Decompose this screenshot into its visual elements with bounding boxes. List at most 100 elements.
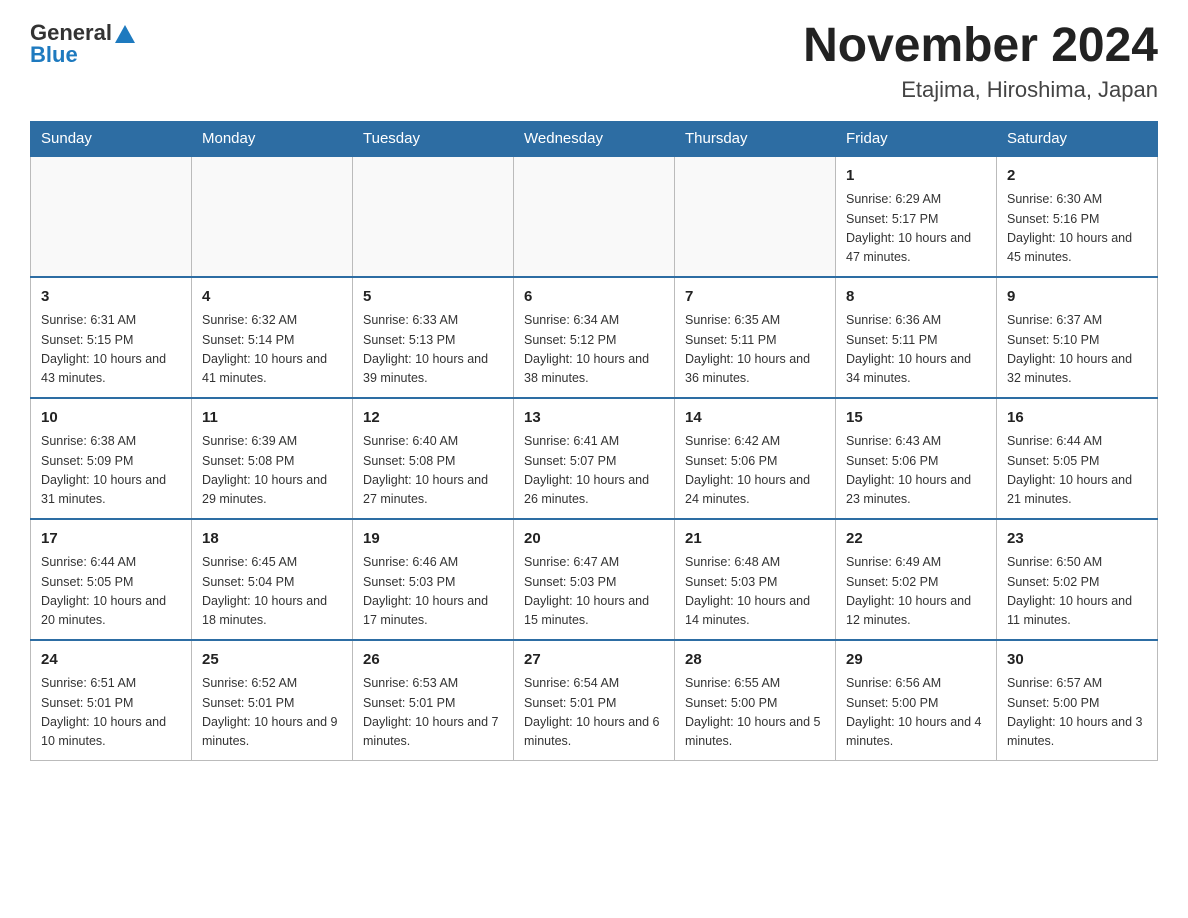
calendar-cell: 24Sunrise: 6:51 AMSunset: 5:01 PMDayligh…	[31, 640, 192, 761]
calendar-cell: 25Sunrise: 6:52 AMSunset: 5:01 PMDayligh…	[192, 640, 353, 761]
calendar-cell: 20Sunrise: 6:47 AMSunset: 5:03 PMDayligh…	[514, 519, 675, 640]
calendar-cell	[353, 156, 514, 277]
calendar-cell: 5Sunrise: 6:33 AMSunset: 5:13 PMDaylight…	[353, 277, 514, 398]
day-info: Sunrise: 6:31 AMSunset: 5:15 PMDaylight:…	[41, 311, 181, 389]
day-number: 10	[41, 407, 181, 430]
calendar-cell: 29Sunrise: 6:56 AMSunset: 5:00 PMDayligh…	[836, 640, 997, 761]
calendar-cell: 23Sunrise: 6:50 AMSunset: 5:02 PMDayligh…	[997, 519, 1158, 640]
week-row-2: 3Sunrise: 6:31 AMSunset: 5:15 PMDaylight…	[31, 277, 1158, 398]
calendar-cell: 7Sunrise: 6:35 AMSunset: 5:11 PMDaylight…	[675, 277, 836, 398]
day-number: 24	[41, 649, 181, 672]
calendar-cell	[192, 156, 353, 277]
calendar-cell: 14Sunrise: 6:42 AMSunset: 5:06 PMDayligh…	[675, 398, 836, 519]
day-number: 8	[846, 286, 986, 309]
weekday-header-wednesday: Wednesday	[514, 121, 675, 156]
day-info: Sunrise: 6:52 AMSunset: 5:01 PMDaylight:…	[202, 674, 342, 752]
day-info: Sunrise: 6:40 AMSunset: 5:08 PMDaylight:…	[363, 432, 503, 510]
day-info: Sunrise: 6:55 AMSunset: 5:00 PMDaylight:…	[685, 674, 825, 752]
day-number: 11	[202, 407, 342, 430]
day-info: Sunrise: 6:56 AMSunset: 5:00 PMDaylight:…	[846, 674, 986, 752]
calendar-cell: 16Sunrise: 6:44 AMSunset: 5:05 PMDayligh…	[997, 398, 1158, 519]
day-number: 5	[363, 286, 503, 309]
day-number: 18	[202, 528, 342, 551]
calendar-cell: 21Sunrise: 6:48 AMSunset: 5:03 PMDayligh…	[675, 519, 836, 640]
calendar-cell: 10Sunrise: 6:38 AMSunset: 5:09 PMDayligh…	[31, 398, 192, 519]
logo-blue-text: Blue	[30, 42, 135, 68]
day-number: 23	[1007, 528, 1147, 551]
day-number: 14	[685, 407, 825, 430]
weekday-header-sunday: Sunday	[31, 121, 192, 156]
day-number: 1	[846, 165, 986, 188]
day-info: Sunrise: 6:45 AMSunset: 5:04 PMDaylight:…	[202, 553, 342, 631]
calendar-cell: 28Sunrise: 6:55 AMSunset: 5:00 PMDayligh…	[675, 640, 836, 761]
day-number: 7	[685, 286, 825, 309]
calendar-cell: 11Sunrise: 6:39 AMSunset: 5:08 PMDayligh…	[192, 398, 353, 519]
weekday-header-monday: Monday	[192, 121, 353, 156]
calendar-cell	[675, 156, 836, 277]
day-info: Sunrise: 6:39 AMSunset: 5:08 PMDaylight:…	[202, 432, 342, 510]
calendar-cell: 12Sunrise: 6:40 AMSunset: 5:08 PMDayligh…	[353, 398, 514, 519]
location-title: Etajima, Hiroshima, Japan	[803, 77, 1158, 103]
day-info: Sunrise: 6:57 AMSunset: 5:00 PMDaylight:…	[1007, 674, 1147, 752]
day-number: 21	[685, 528, 825, 551]
calendar-cell: 22Sunrise: 6:49 AMSunset: 5:02 PMDayligh…	[836, 519, 997, 640]
day-number: 27	[524, 649, 664, 672]
day-info: Sunrise: 6:44 AMSunset: 5:05 PMDaylight:…	[1007, 432, 1147, 510]
day-info: Sunrise: 6:29 AMSunset: 5:17 PMDaylight:…	[846, 190, 986, 268]
day-info: Sunrise: 6:30 AMSunset: 5:16 PMDaylight:…	[1007, 190, 1147, 268]
day-number: 4	[202, 286, 342, 309]
calendar-cell: 8Sunrise: 6:36 AMSunset: 5:11 PMDaylight…	[836, 277, 997, 398]
title-block: November 2024 Etajima, Hiroshima, Japan	[803, 20, 1158, 103]
calendar-cell: 2Sunrise: 6:30 AMSunset: 5:16 PMDaylight…	[997, 156, 1158, 277]
calendar-cell	[31, 156, 192, 277]
day-info: Sunrise: 6:43 AMSunset: 5:06 PMDaylight:…	[846, 432, 986, 510]
day-number: 6	[524, 286, 664, 309]
weekday-header-tuesday: Tuesday	[353, 121, 514, 156]
day-info: Sunrise: 6:33 AMSunset: 5:13 PMDaylight:…	[363, 311, 503, 389]
day-number: 3	[41, 286, 181, 309]
day-info: Sunrise: 6:41 AMSunset: 5:07 PMDaylight:…	[524, 432, 664, 510]
calendar-cell: 4Sunrise: 6:32 AMSunset: 5:14 PMDaylight…	[192, 277, 353, 398]
calendar-cell: 17Sunrise: 6:44 AMSunset: 5:05 PMDayligh…	[31, 519, 192, 640]
weekday-header-friday: Friday	[836, 121, 997, 156]
week-row-3: 10Sunrise: 6:38 AMSunset: 5:09 PMDayligh…	[31, 398, 1158, 519]
day-number: 30	[1007, 649, 1147, 672]
calendar-cell: 13Sunrise: 6:41 AMSunset: 5:07 PMDayligh…	[514, 398, 675, 519]
day-number: 9	[1007, 286, 1147, 309]
weekday-header-thursday: Thursday	[675, 121, 836, 156]
calendar-cell: 1Sunrise: 6:29 AMSunset: 5:17 PMDaylight…	[836, 156, 997, 277]
calendar-cell: 26Sunrise: 6:53 AMSunset: 5:01 PMDayligh…	[353, 640, 514, 761]
day-number: 20	[524, 528, 664, 551]
day-info: Sunrise: 6:38 AMSunset: 5:09 PMDaylight:…	[41, 432, 181, 510]
day-info: Sunrise: 6:44 AMSunset: 5:05 PMDaylight:…	[41, 553, 181, 631]
day-number: 13	[524, 407, 664, 430]
page-header: General Blue November 2024 Etajima, Hiro…	[30, 20, 1158, 103]
week-row-4: 17Sunrise: 6:44 AMSunset: 5:05 PMDayligh…	[31, 519, 1158, 640]
day-info: Sunrise: 6:54 AMSunset: 5:01 PMDaylight:…	[524, 674, 664, 752]
calendar-cell: 27Sunrise: 6:54 AMSunset: 5:01 PMDayligh…	[514, 640, 675, 761]
day-info: Sunrise: 6:42 AMSunset: 5:06 PMDaylight:…	[685, 432, 825, 510]
day-number: 25	[202, 649, 342, 672]
day-info: Sunrise: 6:37 AMSunset: 5:10 PMDaylight:…	[1007, 311, 1147, 389]
week-row-1: 1Sunrise: 6:29 AMSunset: 5:17 PMDaylight…	[31, 156, 1158, 277]
day-info: Sunrise: 6:32 AMSunset: 5:14 PMDaylight:…	[202, 311, 342, 389]
logo: General Blue	[30, 20, 135, 68]
day-number: 19	[363, 528, 503, 551]
month-title: November 2024	[803, 20, 1158, 73]
day-info: Sunrise: 6:46 AMSunset: 5:03 PMDaylight:…	[363, 553, 503, 631]
day-info: Sunrise: 6:53 AMSunset: 5:01 PMDaylight:…	[363, 674, 503, 752]
logo-triangle-icon	[115, 25, 135, 43]
calendar-cell: 15Sunrise: 6:43 AMSunset: 5:06 PMDayligh…	[836, 398, 997, 519]
calendar-cell: 30Sunrise: 6:57 AMSunset: 5:00 PMDayligh…	[997, 640, 1158, 761]
calendar-cell: 9Sunrise: 6:37 AMSunset: 5:10 PMDaylight…	[997, 277, 1158, 398]
day-number: 17	[41, 528, 181, 551]
day-number: 26	[363, 649, 503, 672]
calendar-cell	[514, 156, 675, 277]
day-number: 28	[685, 649, 825, 672]
day-info: Sunrise: 6:51 AMSunset: 5:01 PMDaylight:…	[41, 674, 181, 752]
calendar-table: SundayMondayTuesdayWednesdayThursdayFrid…	[30, 121, 1158, 761]
day-info: Sunrise: 6:36 AMSunset: 5:11 PMDaylight:…	[846, 311, 986, 389]
day-number: 2	[1007, 165, 1147, 188]
calendar-cell: 18Sunrise: 6:45 AMSunset: 5:04 PMDayligh…	[192, 519, 353, 640]
day-number: 16	[1007, 407, 1147, 430]
